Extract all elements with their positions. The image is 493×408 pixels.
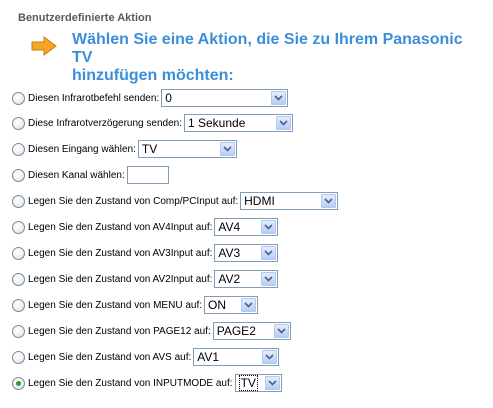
av4-input-value: AV4 [218, 220, 241, 234]
infrared-command-value: 0 [165, 91, 172, 105]
label-infrared-command: Diesen Infrarotbefehl senden: [28, 92, 160, 104]
section-title: Benutzerdefinierte Aktion [18, 12, 152, 24]
chevron-down-icon[interactable] [273, 324, 289, 338]
radio-avs[interactable] [12, 350, 25, 364]
heading-line-1: Wählen Sie eine Aktion, die Sie zu Ihrem… [72, 31, 463, 66]
label-page12: Legen Sie den Zustand von PAGE12 auf: [28, 325, 211, 337]
action-row-av4-input: Legen Sie den Zustand von AV4Input auf: … [12, 216, 279, 238]
infrared-delay-value: 1 Sekunde [187, 116, 246, 130]
action-row-comp-pc-input: Legen Sie den Zustand von Comp/PCInput a… [12, 190, 339, 212]
av2-input-value: AV2 [218, 272, 241, 286]
inputmode-value: TV [238, 375, 258, 391]
input-select[interactable]: TV [137, 140, 237, 158]
radio-inputmode[interactable] [12, 376, 25, 390]
comp-pc-input-value: HDMI [244, 194, 275, 208]
chevron-down-icon[interactable] [275, 116, 291, 130]
heading-line-2: hinzufügen möchten: [72, 67, 234, 84]
radio-input[interactable] [12, 142, 25, 156]
label-comp-pc-input: Legen Sie den Zustand von Comp/PCInput a… [28, 195, 239, 207]
radio-av4-input[interactable] [12, 220, 25, 234]
radio-comp-pc-input[interactable] [12, 194, 25, 208]
label-avs: Legen Sie den Zustand von AVS auf: [28, 351, 192, 363]
infrared-command-select[interactable]: 0 [161, 89, 289, 107]
input-value: TV [141, 142, 158, 156]
chevron-down-icon[interactable] [261, 246, 277, 260]
action-row-infrared-delay: Diese Infrarotverzögerung senden: 1 Seku… [12, 112, 293, 134]
chevron-down-icon[interactable] [261, 272, 277, 286]
action-row-channel: Diesen Kanal wählen: [12, 164, 169, 186]
label-av4-input: Legen Sie den Zustand von AV4Input auf: [28, 221, 213, 233]
label-input: Diesen Eingang wählen: [28, 143, 136, 155]
inputmode-select[interactable]: TV [234, 374, 282, 392]
label-av2-input: Legen Sie den Zustand von AV2Input auf: [28, 273, 213, 285]
right-arrow-icon [31, 36, 57, 56]
action-row-av2-input: Legen Sie den Zustand von AV2Input auf: … [12, 268, 279, 290]
chevron-down-icon[interactable] [321, 194, 337, 208]
radio-page12[interactable] [12, 324, 25, 338]
label-av3-input: Legen Sie den Zustand von AV3Input auf: [28, 247, 213, 259]
radio-av3-input[interactable] [12, 246, 25, 260]
menu-select[interactable]: ON [204, 296, 258, 314]
action-row-page12: Legen Sie den Zustand von PAGE12 auf: PA… [12, 320, 291, 342]
avs-select[interactable]: AV1 [193, 348, 280, 366]
chevron-down-icon[interactable] [271, 91, 287, 105]
label-channel: Diesen Kanal wählen: [28, 169, 125, 181]
label-infrared-delay: Diese Infrarotverzögerung senden: [28, 117, 182, 129]
av3-input-select[interactable]: AV3 [214, 244, 279, 262]
chevron-down-icon[interactable] [264, 376, 280, 390]
channel-input[interactable] [126, 166, 169, 184]
action-row-av3-input: Legen Sie den Zustand von AV3Input auf: … [12, 242, 279, 264]
radio-channel[interactable] [12, 168, 25, 182]
action-row-inputmode: Legen Sie den Zustand von INPUTMODE auf:… [12, 372, 282, 394]
chevron-down-icon[interactable] [219, 142, 235, 156]
action-row-infrared-command: Diesen Infrarotbefehl senden: 0 [12, 87, 289, 109]
label-inputmode: Legen Sie den Zustand von INPUTMODE auf: [28, 377, 233, 389]
infrared-delay-select[interactable]: 1 Sekunde [183, 114, 293, 132]
av2-input-select[interactable]: AV2 [214, 270, 279, 288]
radio-av2-input[interactable] [12, 272, 25, 286]
radio-menu[interactable] [12, 298, 25, 312]
page12-select[interactable]: PAGE2 [212, 322, 291, 340]
radio-infrared-command[interactable] [12, 91, 25, 105]
label-menu: Legen Sie den Zustand von MENU auf: [28, 299, 202, 311]
chevron-down-icon[interactable] [241, 298, 256, 312]
page-heading: Wählen Sie eine Aktion, die Sie zu Ihrem… [72, 31, 487, 85]
comp-pc-input-select[interactable]: HDMI [240, 192, 339, 210]
menu-value: ON [208, 298, 226, 312]
action-row-input: Diesen Eingang wählen: TV [12, 138, 237, 160]
page12-value: PAGE2 [216, 324, 256, 338]
chevron-down-icon[interactable] [262, 350, 278, 364]
action-row-menu: Legen Sie den Zustand von MENU auf: ON [12, 294, 258, 316]
chevron-down-icon[interactable] [261, 220, 277, 234]
avs-value: AV1 [197, 350, 220, 364]
av4-input-select[interactable]: AV4 [214, 218, 279, 236]
radio-infrared-delay[interactable] [12, 116, 25, 130]
action-row-avs: Legen Sie den Zustand von AVS auf: AV1 [12, 346, 280, 368]
av3-input-value: AV3 [218, 246, 241, 260]
